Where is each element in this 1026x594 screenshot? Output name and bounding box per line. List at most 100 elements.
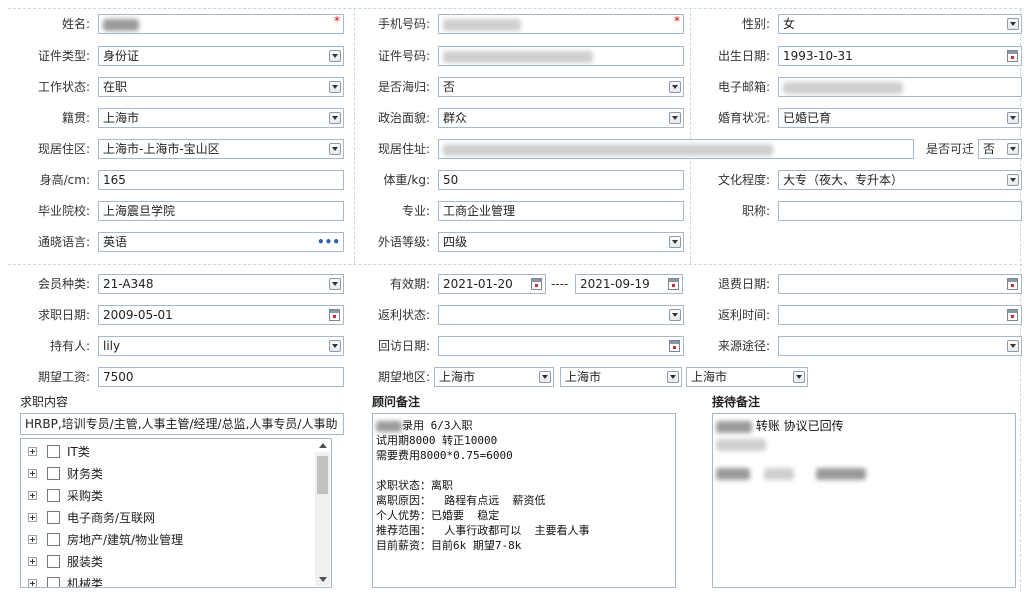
member-type-select[interactable]: 21-A348 xyxy=(98,274,344,294)
holder-select[interactable]: lily xyxy=(98,336,344,356)
height-field[interactable]: 165 xyxy=(98,170,344,190)
id-type-select[interactable]: 身份证 xyxy=(98,46,344,66)
tree-checkbox[interactable] xyxy=(47,445,60,458)
expand-icon[interactable] xyxy=(28,535,37,544)
calendar-icon[interactable] xyxy=(531,278,542,290)
name-field[interactable]: * xyxy=(98,14,344,34)
birth-date-field[interactable]: 1993-10-31 xyxy=(778,46,1022,66)
reception-note-line-2 xyxy=(716,436,1012,453)
tree-checkbox[interactable] xyxy=(47,467,60,480)
chevron-down-icon[interactable] xyxy=(539,371,551,383)
salary-field[interactable]: 7500 xyxy=(98,367,344,387)
language-field[interactable]: 英语 ••• xyxy=(98,232,344,252)
tree-checkbox[interactable] xyxy=(47,555,60,568)
chevron-down-icon[interactable] xyxy=(669,112,681,124)
region-district-select[interactable]: 上海市 xyxy=(686,367,808,387)
education-select[interactable]: 大专（夜大、专升本） xyxy=(778,170,1022,190)
gender-select[interactable]: 女 xyxy=(778,14,1022,34)
tree-item-apparel[interactable]: 服装类 xyxy=(21,551,315,573)
job-category-tree[interactable]: IT类 财务类 采购类 电子商务/互联网 房地产/建筑/物业管理 服装类 机械类 xyxy=(20,438,332,588)
rebate-status-select[interactable] xyxy=(438,305,684,325)
job-content-summary[interactable]: HRBP,培训专员/主管,人事主管/经理/总监,人事专员/人事助 xyxy=(20,413,344,435)
tree-item-finance[interactable]: 财务类 xyxy=(21,463,315,485)
calendar-icon[interactable] xyxy=(1007,309,1018,321)
political-select[interactable]: 群众 xyxy=(438,108,684,128)
calendar-icon[interactable] xyxy=(669,340,680,352)
chevron-down-icon[interactable] xyxy=(667,371,679,383)
overseas-select[interactable]: 否 xyxy=(438,77,684,97)
region-city-select[interactable]: 上海市 xyxy=(560,367,682,387)
email-field[interactable] xyxy=(778,77,1022,97)
chevron-down-icon[interactable] xyxy=(793,371,805,383)
id-number-field[interactable] xyxy=(438,46,684,66)
required-mark: * xyxy=(674,14,680,28)
expand-icon[interactable] xyxy=(28,447,37,456)
scroll-up-icon[interactable] xyxy=(319,443,327,448)
marital-select[interactable]: 已婚已育 xyxy=(778,108,1022,128)
redacted-text xyxy=(716,438,766,451)
region-province-select[interactable]: 上海市 xyxy=(434,367,554,387)
rebate-status-label: 返利状态: xyxy=(377,308,430,322)
height-label: 身高/cm: xyxy=(39,173,90,187)
residence-area-select[interactable]: 上海市-上海市-宝山区 xyxy=(98,139,344,159)
relocate-select[interactable]: 否 xyxy=(978,139,1022,159)
tree-checkbox[interactable] xyxy=(47,533,60,546)
expand-icon[interactable] xyxy=(28,557,37,566)
more-options-icon[interactable]: ••• xyxy=(317,233,340,251)
expand-icon[interactable] xyxy=(28,579,37,587)
native-place-select[interactable]: 上海市 xyxy=(98,108,344,128)
source-select[interactable] xyxy=(778,336,1022,356)
expand-icon[interactable] xyxy=(28,491,37,500)
height-value: 165 xyxy=(103,173,126,187)
tree-item-machinery[interactable]: 机械类 xyxy=(21,573,315,587)
tree-checkbox[interactable] xyxy=(47,511,60,524)
language-level-select[interactable]: 四级 xyxy=(438,232,684,252)
chevron-down-icon[interactable] xyxy=(1007,18,1019,30)
work-status-select[interactable]: 在职 xyxy=(98,77,344,97)
school-field[interactable]: 上海震旦学院 xyxy=(98,201,344,221)
tree-item-ecommerce[interactable]: 电子商务/互联网 xyxy=(21,507,315,529)
vertical-scrollbar[interactable] xyxy=(315,443,330,586)
visit-date-field[interactable] xyxy=(438,336,684,356)
calendar-icon[interactable] xyxy=(1007,278,1018,290)
major-field[interactable]: 工商企业管理 xyxy=(438,201,684,221)
expand-icon[interactable] xyxy=(28,469,37,478)
tree-item-real-estate[interactable]: 房地产/建筑/物业管理 xyxy=(21,529,315,551)
chevron-down-icon[interactable] xyxy=(329,81,341,93)
weight-field[interactable]: 50 xyxy=(438,170,684,190)
job-date-field[interactable]: 2009-05-01 xyxy=(98,305,344,325)
chevron-down-icon[interactable] xyxy=(329,112,341,124)
marital-value: 已婚已育 xyxy=(783,111,832,125)
chevron-down-icon[interactable] xyxy=(329,143,341,155)
tree-item-it[interactable]: IT类 xyxy=(21,441,315,463)
chevron-down-icon[interactable] xyxy=(1007,340,1019,352)
professional-title-field[interactable] xyxy=(778,201,1022,221)
tree-checkbox[interactable] xyxy=(47,577,60,587)
redacted-text xyxy=(783,81,903,94)
calendar-icon[interactable] xyxy=(668,278,679,290)
chevron-down-icon[interactable] xyxy=(669,236,681,248)
address-field[interactable] xyxy=(438,139,914,159)
tree-item-purchasing[interactable]: 采购类 xyxy=(21,485,315,507)
phone-field[interactable]: * xyxy=(438,14,684,34)
expand-icon[interactable] xyxy=(28,513,37,522)
advisor-notes-textarea[interactable]: 录用 6/3入职 试用期8000 转正10000 需要费用8000*0.75=6… xyxy=(372,413,676,588)
chevron-down-icon[interactable] xyxy=(1007,143,1019,155)
reception-notes-textarea[interactable]: 转账 协议已回传 xyxy=(712,413,1016,588)
calendar-icon[interactable] xyxy=(1007,50,1018,62)
scroll-thumb[interactable] xyxy=(317,456,328,494)
validity-start-field[interactable]: 2021-01-20 xyxy=(438,274,546,294)
tree-checkbox[interactable] xyxy=(47,489,60,502)
chevron-down-icon[interactable] xyxy=(1007,112,1019,124)
validity-end-field[interactable]: 2021-09-19 xyxy=(575,274,683,294)
chevron-down-icon[interactable] xyxy=(1007,174,1019,186)
scroll-down-icon[interactable] xyxy=(319,577,327,582)
chevron-down-icon[interactable] xyxy=(329,278,341,290)
chevron-down-icon[interactable] xyxy=(669,309,681,321)
chevron-down-icon[interactable] xyxy=(329,50,341,62)
rebate-time-field[interactable] xyxy=(778,305,1022,325)
refund-date-field[interactable] xyxy=(778,274,1022,294)
chevron-down-icon[interactable] xyxy=(329,340,341,352)
calendar-icon[interactable] xyxy=(329,309,340,321)
chevron-down-icon[interactable] xyxy=(669,81,681,93)
